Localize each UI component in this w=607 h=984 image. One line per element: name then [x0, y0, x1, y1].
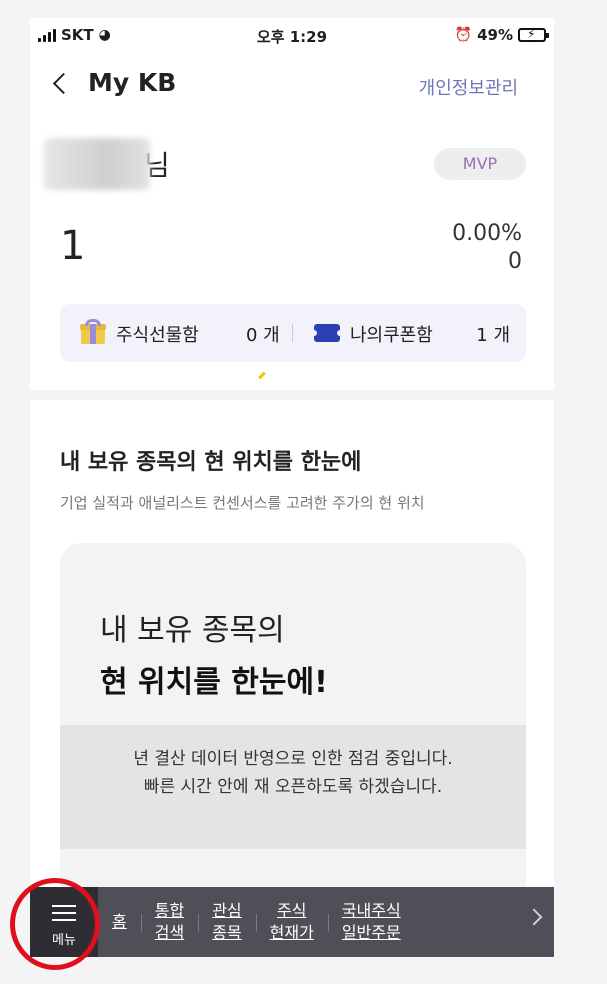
page-title: My KB — [88, 68, 177, 97]
status-bar: SKT ◕ 오후 1:29 ⏰ 49% ⚡ — [30, 18, 554, 52]
stock-gift-box-link[interactable]: 주식선물함 — [116, 321, 199, 347]
red-highlight-circle — [10, 878, 100, 970]
user-name: 님 — [44, 136, 170, 192]
notice-line-2: 빠른 시간 안에 재 오픈하도록 하겠습니다. — [143, 777, 443, 797]
nav-watchlist-line2: 종목 — [212, 923, 242, 942]
phone-screen: SKT ◕ 오후 1:29 ⏰ 49% ⚡ My KB 개인정보관리 님 MVP… — [30, 18, 554, 958]
page-header: My KB 개인정보관리 — [30, 62, 554, 106]
nav-domestic-order[interactable]: 국내주식 일반주문 — [327, 900, 415, 944]
my-coupon-box-link[interactable]: 나의쿠폰함 — [350, 321, 433, 347]
status-right: ⏰ 49% ⚡ — [454, 26, 549, 44]
nav-order-line2: 일반주문 — [341, 923, 401, 942]
alarm-icon: ⏰ — [454, 27, 473, 43]
blurred-name — [44, 138, 150, 190]
nav-stock-price[interactable]: 주식 현재가 — [255, 900, 328, 944]
return-summary: 0.00% 0 — [452, 220, 522, 276]
back-arrow-icon[interactable] — [48, 70, 74, 98]
gift-icon — [80, 319, 106, 344]
nav-watchlist[interactable]: 관심 종목 — [198, 900, 255, 944]
nav-stock-line2: 현재가 — [269, 923, 314, 942]
card-heading-line1: 내 보유 종목의 — [100, 613, 285, 648]
return-change: 0 — [508, 249, 522, 274]
section-divider — [30, 390, 554, 400]
nav-integrated-search[interactable]: 통합 검색 — [140, 900, 198, 944]
nav-search-line1: 통합 — [154, 901, 185, 920]
decorative-mark — [258, 371, 266, 380]
nav-home[interactable]: 홈 — [98, 911, 141, 933]
asset-value: 1 — [60, 223, 86, 269]
notice-line-1: 년 결산 데이터 반영으로 인한 점검 중입니다. — [133, 749, 453, 769]
nav-watchlist-line1: 관심 — [212, 901, 242, 920]
section-subtitle: 기업 실적과 애널리스트 컨센서스를 고려한 주가의 현 위치 — [60, 494, 425, 512]
nav-stock-line1: 주식 — [277, 901, 307, 920]
grade-badge: MVP — [434, 148, 526, 180]
privacy-settings-link[interactable]: 개인정보관리 — [419, 74, 518, 100]
gift-count: 0 개 — [246, 325, 280, 346]
return-rate: 0.00% — [452, 221, 522, 246]
battery-percent: 49% — [477, 26, 513, 44]
card-heading-line2: 현 위치를 한눈에! — [100, 665, 328, 700]
nav-search-line2: 검색 — [154, 923, 185, 942]
section-title: 내 보유 종목의 현 위치를 한눈에 — [60, 450, 362, 475]
divider — [292, 324, 293, 342]
bottom-navigation: 메뉴 홈 통합 검색 관심 종목 주식 현재가 국내주식 일반주문 — [30, 887, 554, 957]
nav-home-label: 홈 — [112, 912, 127, 931]
battery-icon: ⚡ — [518, 27, 549, 42]
chevron-right-icon[interactable] — [525, 908, 543, 926]
ticket-icon — [311, 324, 343, 342]
nav-order-line1: 국내주식 — [341, 901, 401, 920]
coupon-count: 1 개 — [476, 325, 510, 346]
maintenance-notice: 년 결산 데이터 반영으로 인한 점검 중입니다. 빠른 시간 안에 재 오픈하… — [60, 725, 526, 849]
gift-coupon-box: 주식선물함 0 개 나의쿠폰함 1 개 — [60, 304, 526, 362]
